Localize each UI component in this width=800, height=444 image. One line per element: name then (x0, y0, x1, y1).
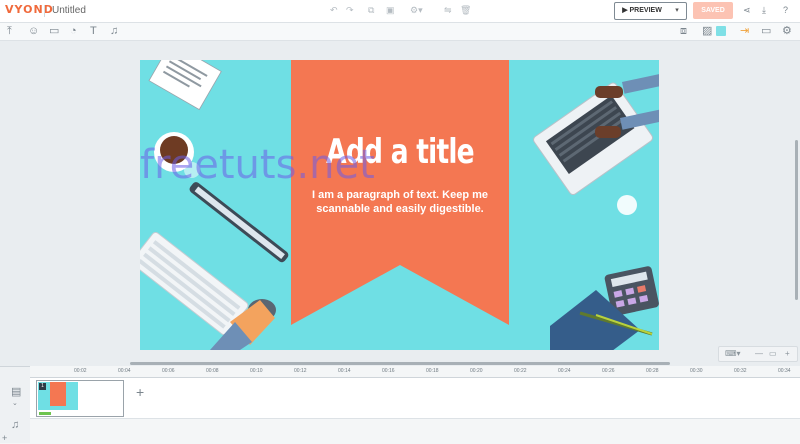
timeline-tick-label: 00:22 (514, 368, 527, 374)
timeline-tick-label: 00:32 (734, 368, 747, 374)
props-icon[interactable]: ▭ (49, 25, 59, 37)
scene-thumbnail-image: 1 (38, 382, 78, 410)
timeline-tick-label: 00:04 (118, 368, 131, 374)
timeline-tick-label: 00:28 (646, 368, 659, 374)
zoom-controls: ⌨▾ — ▭ + (718, 346, 798, 362)
download-icon[interactable]: ⤓ (762, 4, 766, 16)
vyond-logo[interactable]: VYOND (5, 3, 54, 16)
document-title[interactable]: Untitled (52, 5, 86, 16)
laptop-illustration (533, 82, 653, 196)
coffee-cup-illustration (154, 132, 200, 178)
fullscreen-icon[interactable]: ▭ (769, 347, 777, 361)
audio-track-icon[interactable]: ♫ (11, 419, 19, 431)
upload-icon[interactable]: ⤒ (7, 25, 12, 37)
saved-button[interactable]: SAVED (693, 2, 733, 19)
flip-icon[interactable]: ⇋ (444, 4, 452, 16)
slide-paragraph[interactable]: I am a paragraph of text. Keep me scanna… (306, 188, 494, 216)
add-scene-button[interactable]: + (136, 384, 144, 400)
slide-title[interactable]: Add a title (315, 132, 485, 172)
character-icon[interactable]: ☺ (28, 25, 39, 37)
timeline-tick-label: 00:14 (338, 368, 351, 374)
chart-icon[interactable]: ◔ (70, 25, 77, 37)
audio-track[interactable] (30, 419, 800, 443)
top-bar: VYOND Untitled ↶ ↷ ⧉ ▣ ⚙▾ ⇋ 🗑 ▶ PREVIEW … (0, 0, 800, 23)
timeline-tick-label: 00:06 (162, 368, 175, 374)
timeline-tick-label: 00:10 (250, 368, 263, 374)
timeline-tick-label: 00:16 (382, 368, 395, 374)
video-track-icon[interactable]: ▤ (11, 385, 21, 398)
timeline-tick-label: 00:34 (778, 368, 791, 374)
scene-thumbnail[interactable]: 1 (36, 380, 124, 417)
timeline-tick-label: 00:26 (602, 368, 615, 374)
scene-progress-indicator (39, 412, 51, 415)
zoom-in-icon[interactable]: + (785, 347, 790, 361)
zoom-out-icon[interactable]: — (755, 347, 763, 361)
timeline-tick-label: 00:08 (206, 368, 219, 374)
enter-icon[interactable]: ⇥ (740, 25, 749, 37)
share-icon[interactable]: ⋖ (743, 4, 751, 16)
delete-icon[interactable]: 🗑 (460, 4, 471, 16)
text-icon[interactable]: T (90, 25, 97, 37)
undo-icon[interactable]: ↶ (330, 4, 338, 16)
vertical-scrollbar[interactable] (795, 140, 798, 300)
timeline-ruler[interactable] (30, 366, 800, 378)
preview-dropdown-button[interactable]: ▾ (668, 2, 687, 20)
timeline-tick-label: 00:18 (426, 368, 439, 374)
scene-canvas[interactable]: Add a title I am a paragraph of text. Ke… (140, 60, 659, 350)
settings-icon[interactable]: ⚙ (782, 25, 792, 37)
timeline-tick-label: 00:24 (558, 368, 571, 374)
asset-toolbar: ⤒ ☺ ▭ ◔ T ♫ ⧈ ▨ ⇥ ▭ ⚙ (0, 23, 800, 41)
timeline-tick-label: 00:30 (690, 368, 703, 374)
paper-illustration (148, 60, 222, 111)
fit-icon[interactable]: ⌨▾ (725, 347, 741, 361)
settings-dropdown-icon[interactable]: ⚙▾ (410, 4, 423, 16)
camera-icon[interactable]: ▭ (761, 25, 771, 37)
image-icon[interactable]: ▨ (702, 25, 712, 37)
audio-icon[interactable]: ♫ (110, 25, 118, 37)
timeline-track-labels: ▤ ⌄ ♫ + (0, 367, 31, 443)
timeline-tick-label: 00:20 (470, 368, 483, 374)
add-audio-icon[interactable]: + (2, 433, 7, 443)
scene-track (30, 378, 800, 419)
layers-icon[interactable]: ⧈ (680, 25, 687, 37)
timeline-tick-label: 00:02 (74, 368, 87, 374)
copy-icon[interactable]: ⧉ (368, 4, 374, 16)
tablet-illustration (189, 182, 289, 263)
help-icon[interactable]: ? (783, 4, 788, 16)
collapse-chevron-icon[interactable]: ⌄ (12, 399, 18, 407)
scene-number: 1 (39, 383, 46, 390)
thumbnail-banner (50, 382, 66, 406)
divider (44, 5, 45, 17)
timeline-tick-label: 00:12 (294, 368, 307, 374)
preview-button[interactable]: ▶ PREVIEW (614, 2, 670, 20)
background-color-swatch[interactable] (716, 26, 726, 36)
redo-icon[interactable]: ↷ (346, 4, 354, 16)
horizontal-scrollbar[interactable] (130, 362, 670, 365)
paste-icon[interactable]: ▣ (386, 4, 395, 16)
crumpled-paper-illustration (617, 195, 637, 215)
